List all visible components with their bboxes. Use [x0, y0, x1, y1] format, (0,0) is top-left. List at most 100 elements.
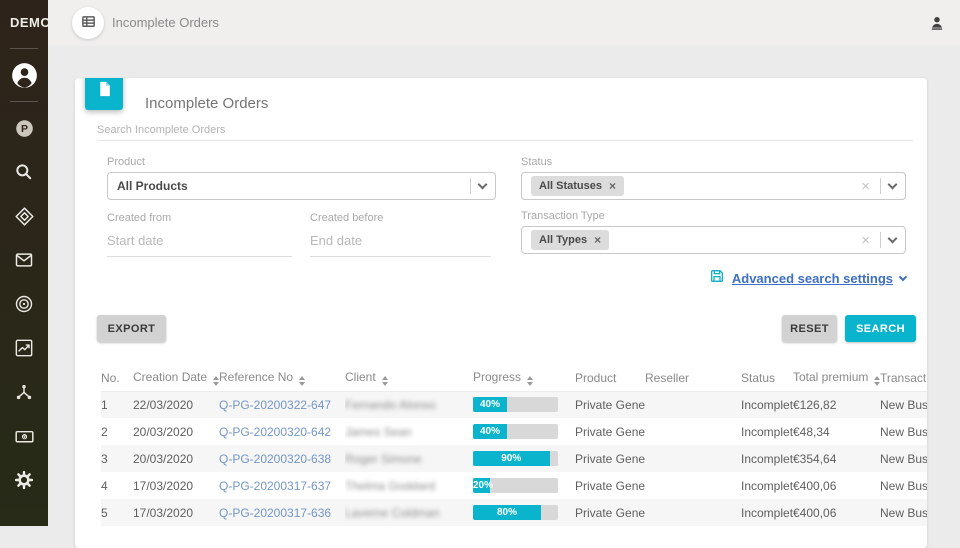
cell-status: Incomplete [741, 391, 793, 418]
sort-icon[interactable] [527, 376, 533, 386]
incomplete-orders-card: Incomplete Orders Search Incomplete Orde… [75, 78, 927, 548]
table-row[interactable]: 1 22/03/2020 Q-PG-20200322-647 Fernando … [101, 391, 927, 418]
cell-reseller [645, 472, 741, 499]
advanced-search-link[interactable]: Advanced search settings [732, 271, 893, 286]
column-header: Progress [473, 365, 575, 391]
product-field: Product All Products [107, 156, 496, 200]
progress-bar: 20% [473, 478, 558, 493]
cell-client: Fernando Alonso [345, 398, 436, 412]
sidebar-item-account[interactable] [10, 61, 38, 89]
table-row[interactable]: 5 17/03/2020 Q-PG-20200317-636 Laverne C… [101, 499, 927, 526]
sidebar-item-payments[interactable]: 0 [12, 424, 36, 448]
sidebar-nav: P [12, 116, 36, 492]
progress-bar: 90% [473, 451, 558, 466]
cell-creation-date: 22/03/2020 [133, 391, 219, 418]
column-header: Reseller [645, 365, 741, 391]
cell-status: Incomplete [741, 472, 793, 499]
progress-bar: 40% [473, 424, 558, 439]
topbar: Incomplete Orders [48, 0, 960, 46]
cell-product: Private Gene... [575, 499, 645, 526]
sidebar-item-partners[interactable]: P [12, 116, 36, 140]
sort-icon[interactable] [299, 376, 305, 386]
end-date-input[interactable]: End date [310, 233, 491, 257]
chevron-down-icon [478, 180, 488, 190]
cell-reseller [645, 391, 741, 418]
cell-product: Private Gene... [575, 445, 645, 472]
document-chip [85, 78, 123, 110]
product-select-value: All Products [117, 179, 188, 193]
tag-remove-icon[interactable]: × [609, 179, 616, 193]
cell-no: 3 [101, 445, 133, 472]
cell-creation-date: 17/03/2020 [133, 499, 219, 526]
created-from-field: Created from Start date [107, 212, 292, 257]
reference-link[interactable]: Q-PG-20200317-636 [219, 506, 331, 520]
chevron-down-icon [899, 273, 907, 281]
cell-creation-date: 20/03/2020 [133, 445, 219, 472]
sidebar-item-search[interactable] [12, 160, 36, 184]
package-icon [14, 206, 35, 227]
sidebar-divider [10, 48, 38, 49]
network-icon [14, 382, 34, 402]
cell-transaction: New Bus [880, 499, 927, 526]
sidebar-item-network[interactable] [12, 380, 36, 404]
sidebar-item-reports[interactable] [12, 336, 36, 360]
cell-no: 1 [101, 391, 133, 418]
cell-transaction: New Bus [880, 418, 927, 445]
cell-product: Private Gene... [575, 472, 645, 499]
reference-link[interactable]: Q-PG-20200322-647 [219, 398, 331, 412]
table-row[interactable]: 3 20/03/2020 Q-PG-20200320-638 Roger Sim… [101, 445, 927, 472]
created-before-label: Created before [310, 212, 491, 224]
page-title: Incomplete Orders [112, 15, 219, 30]
column-header: Product [575, 365, 645, 391]
search-icon [14, 162, 34, 182]
account-button[interactable] [928, 14, 946, 32]
created-before-field: Created before End date [310, 212, 491, 257]
cell-status: Incomplete [741, 499, 793, 526]
tag-remove-icon[interactable]: × [594, 233, 601, 247]
reference-link[interactable]: Q-PG-20200317-637 [219, 479, 331, 493]
mail-icon [14, 250, 34, 270]
status-select[interactable]: All Statuses × × [521, 172, 906, 200]
sidebar-item-settings[interactable] [12, 468, 36, 492]
clear-icon[interactable]: × [859, 179, 872, 194]
sort-icon[interactable] [382, 376, 388, 386]
clear-icon[interactable]: × [859, 233, 872, 248]
cell-reseller [645, 418, 741, 445]
app-logo: DEMO [0, 0, 48, 46]
transaction-type-field: Transaction Type All Types× × [521, 210, 906, 254]
reference-link[interactable]: Q-PG-20200320-642 [219, 425, 331, 439]
transaction-type-select[interactable]: All Types × × [521, 226, 906, 254]
sidebar-item-messages[interactable] [12, 248, 36, 272]
transaction-type-tag-label: All Types [539, 234, 587, 246]
advanced-search-toggle[interactable]: Advanced search settings [521, 268, 906, 289]
save-settings-icon [709, 268, 725, 289]
progress-bar: 80% [473, 505, 558, 520]
column-header: Creation Date [133, 365, 219, 391]
chevron-down-icon [888, 234, 898, 244]
sidebar-item-products[interactable] [12, 204, 36, 228]
sidebar-item-targets[interactable] [12, 292, 36, 316]
transaction-type-tag: All Types × [531, 230, 609, 250]
cell-no: 2 [101, 418, 133, 445]
cell-no: 5 [101, 499, 133, 526]
sidebar-divider [10, 101, 38, 102]
cell-transaction: New Bus [880, 445, 927, 472]
start-date-input[interactable]: Start date [107, 233, 292, 257]
search-button[interactable]: SEARCH [845, 315, 916, 342]
cell-no: 4 [101, 472, 133, 499]
progress-fill: 40% [473, 424, 507, 439]
reference-link[interactable]: Q-PG-20200320-638 [219, 452, 331, 466]
cell-status: Incomplete [741, 445, 793, 472]
p-badge-icon: P [14, 118, 35, 139]
search-section-label: Search Incomplete Orders [97, 124, 225, 136]
grid-menu-icon [81, 14, 96, 32]
status-tag-label: All Statuses [539, 180, 602, 192]
table-row[interactable]: 2 20/03/2020 Q-PG-20200320-642 James Sea… [101, 418, 927, 445]
column-header: Client [345, 365, 473, 391]
user-avatar-icon [11, 62, 38, 89]
table-row[interactable]: 4 17/03/2020 Q-PG-20200317-637 Thelma Go… [101, 472, 927, 499]
export-button[interactable]: EXPORT [97, 315, 166, 342]
reset-button[interactable]: RESET [782, 315, 837, 342]
product-select[interactable]: All Products [107, 172, 496, 200]
menu-button[interactable] [72, 7, 104, 39]
